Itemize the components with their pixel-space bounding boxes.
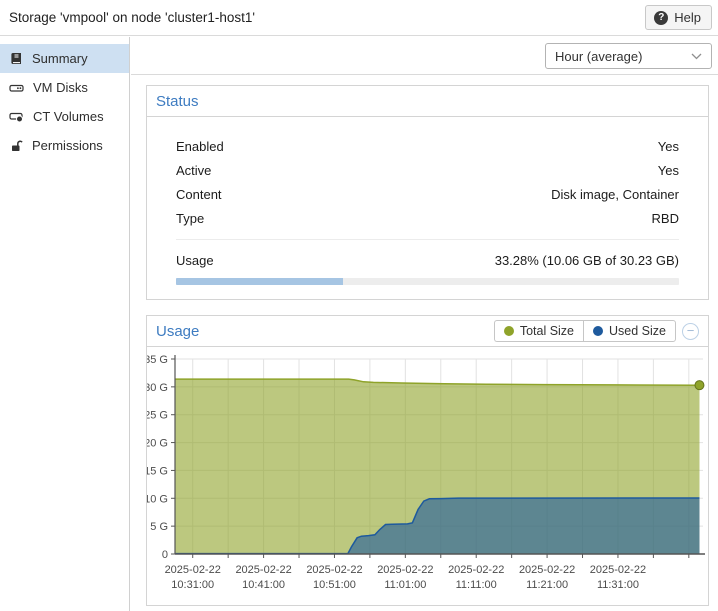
- svg-text:5 G: 5 G: [150, 521, 168, 533]
- chevron-down-icon: [691, 53, 711, 60]
- status-label: Enabled: [176, 139, 224, 154]
- usage-panel-header: Usage Total Size Used Size −: [147, 316, 708, 347]
- usage-value: 33.28% (10.06 GB of 30.23 GB): [495, 253, 679, 268]
- svg-text:30 G: 30 G: [147, 382, 168, 394]
- sidebar-item-summary[interactable]: Summary: [0, 44, 129, 73]
- status-value: Yes: [658, 139, 679, 154]
- status-label: Type: [176, 211, 204, 226]
- svg-text:0: 0: [162, 549, 168, 561]
- status-row-enabled: Enabled Yes: [176, 134, 679, 158]
- help-button[interactable]: ? Help: [645, 5, 712, 30]
- sidebar: Summary VM Disks CT Volumes Permissions: [0, 37, 130, 611]
- status-body: Enabled Yes Active Yes Content Disk imag…: [147, 117, 708, 285]
- page-title: Storage 'vmpool' on node 'cluster1-host1…: [9, 10, 255, 25]
- status-panel-header: Status: [147, 86, 708, 117]
- status-row-usage: Usage 33.28% (10.06 GB of 30.23 GB): [176, 248, 679, 272]
- sidebar-item-label: Summary: [32, 51, 88, 66]
- usage-progress-fill: [176, 278, 343, 285]
- legend-toggle-used-size[interactable]: Used Size: [583, 320, 676, 342]
- page-header: Storage 'vmpool' on node 'cluster1-host1…: [0, 0, 718, 36]
- svg-text:2025-02-2211:31:00: 2025-02-2211:31:00: [590, 564, 646, 591]
- toolbar: Hour (average): [131, 37, 718, 75]
- book-icon: [9, 52, 23, 66]
- sidebar-item-permissions[interactable]: Permissions: [0, 131, 129, 160]
- total-size-dot-icon: [504, 326, 514, 336]
- usage-chart: 0 5 G 10 G 15 G 20 G 25 G 30 G 35 G 2025-02-2210…: [147, 347, 708, 606]
- usage-progress-track: [176, 278, 679, 285]
- timeframe-selected-value: Hour (average): [546, 49, 691, 64]
- legend-label: Total Size: [520, 324, 574, 338]
- minus-circle-icon: −: [687, 324, 695, 338]
- svg-text:25 G: 25 G: [147, 410, 168, 422]
- status-label: Active: [176, 163, 211, 178]
- status-row-type: Type RBD: [176, 206, 679, 230]
- help-icon: ?: [654, 11, 668, 25]
- svg-text:10 G: 10 G: [147, 493, 168, 505]
- status-panel-title: Status: [156, 93, 199, 110]
- chart-legend: Total Size Used Size: [494, 320, 676, 342]
- hdd-icon: [9, 81, 24, 95]
- status-panel: Status Enabled Yes Active Yes Content Di…: [146, 85, 709, 300]
- sidebar-item-label: Permissions: [32, 138, 103, 153]
- svg-text:2025-02-2210:31:00: 2025-02-2210:31:00: [165, 564, 221, 591]
- usage-chart-svg: 0 5 G 10 G 15 G 20 G 25 G 30 G 35 G 2025-02-2210…: [147, 347, 708, 605]
- status-usage-block: Usage 33.28% (10.06 GB of 30.23 GB): [176, 239, 679, 285]
- unlock-icon: [9, 139, 23, 153]
- sidebar-item-label: CT Volumes: [33, 109, 104, 124]
- storage-summary-screen: Storage 'vmpool' on node 'cluster1-host1…: [0, 0, 718, 611]
- svg-text:2025-02-2210:51:00: 2025-02-2210:51:00: [306, 564, 362, 591]
- svg-text:2025-02-2210:41:00: 2025-02-2210:41:00: [235, 564, 291, 591]
- status-label: Content: [176, 187, 222, 202]
- legend-label: Used Size: [609, 324, 666, 338]
- usage-header-tools: Total Size Used Size −: [494, 320, 699, 342]
- timeframe-select[interactable]: Hour (average): [545, 43, 712, 69]
- collapse-panel-button[interactable]: −: [682, 323, 699, 340]
- svg-text:2025-02-2211:21:00: 2025-02-2211:21:00: [519, 564, 575, 591]
- svg-text:20 G: 20 G: [147, 438, 168, 450]
- status-value: Yes: [658, 163, 679, 178]
- status-value: RBD: [652, 211, 679, 226]
- usage-panel-title: Usage: [156, 323, 199, 340]
- legend-toggle-total-size[interactable]: Total Size: [494, 320, 583, 342]
- used-size-dot-icon: [593, 326, 603, 336]
- sidebar-item-ct-volumes[interactable]: CT Volumes: [0, 102, 129, 131]
- hdd-ball-icon: [9, 110, 24, 124]
- status-row-active: Active Yes: [176, 158, 679, 182]
- svg-text:2025-02-2211:11:00: 2025-02-2211:11:00: [448, 564, 504, 591]
- usage-panel: Usage Total Size Used Size − 0: [146, 315, 709, 606]
- status-row-content: Content Disk image, Container: [176, 182, 679, 206]
- sidebar-item-vm-disks[interactable]: VM Disks: [0, 73, 129, 102]
- svg-text:15 G: 15 G: [147, 465, 168, 477]
- help-button-label: Help: [674, 10, 701, 25]
- sidebar-item-label: VM Disks: [33, 80, 88, 95]
- svg-text:2025-02-2211:01:00: 2025-02-2211:01:00: [377, 564, 433, 591]
- svg-text:35 G: 35 G: [147, 354, 168, 366]
- usage-label: Usage: [176, 253, 214, 268]
- status-value: Disk image, Container: [551, 187, 679, 202]
